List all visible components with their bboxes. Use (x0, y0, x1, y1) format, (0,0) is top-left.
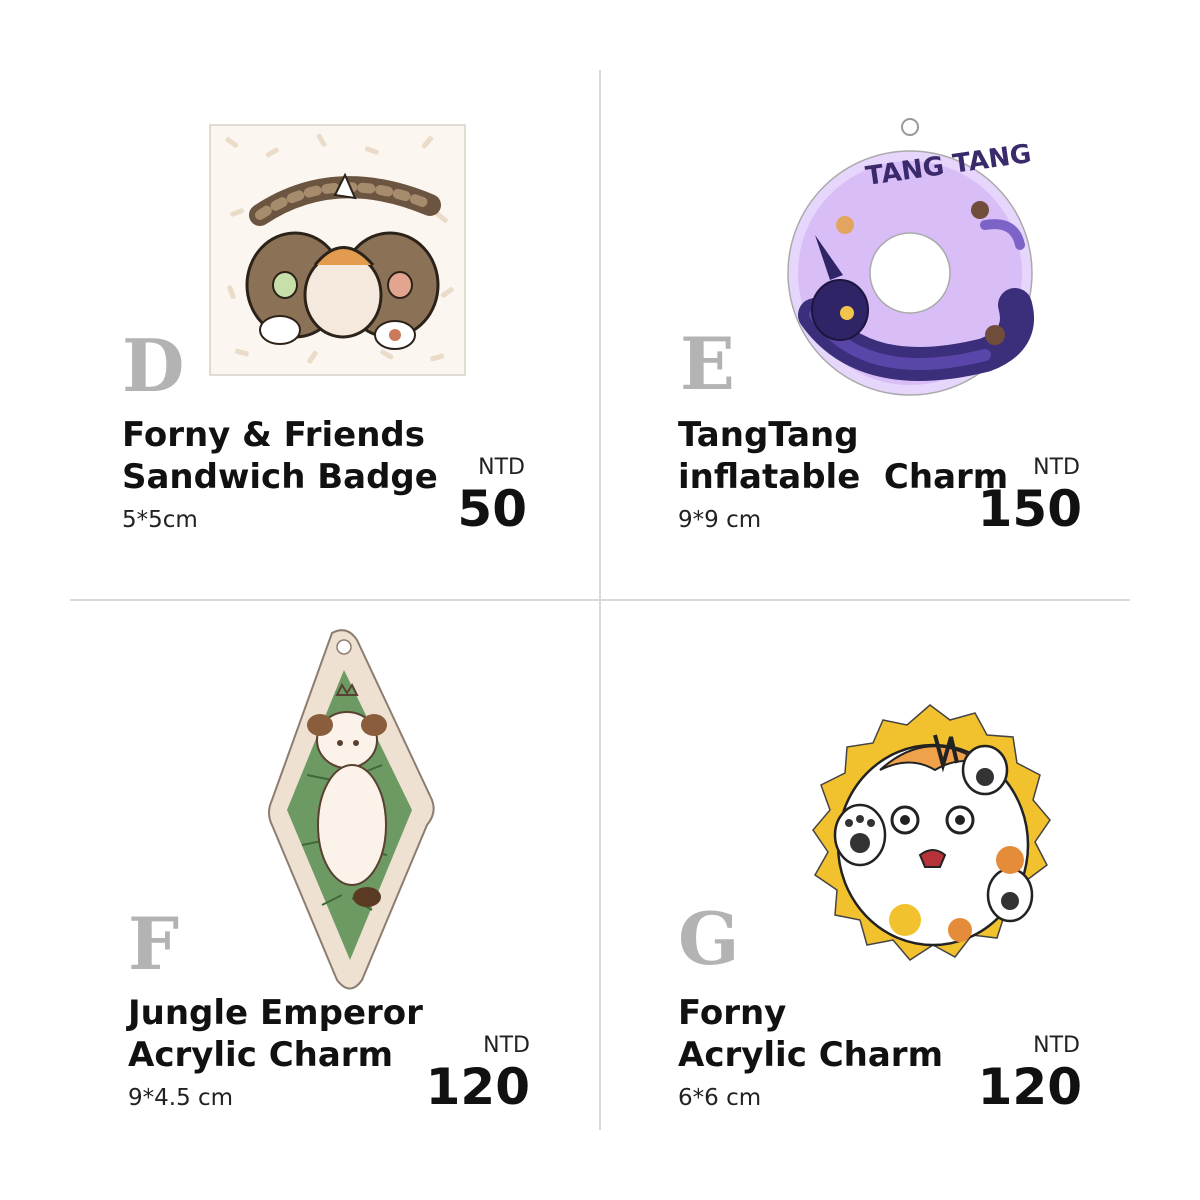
forny-charm-image (812, 704, 1051, 961)
product-size: 9*4.5 cm (128, 1085, 234, 1111)
product-price: 150 (977, 480, 1082, 538)
product-card-d[interactable]: D Forny & Friends Sandwich Badge 5*5cm N… (0, 0, 600, 600)
product-price: 50 (457, 480, 527, 538)
product-card-g[interactable]: G Forny Acrylic Charm 6*6 cm NTD 120 (600, 600, 1200, 1200)
product-letter: G (678, 896, 740, 981)
product-letter: F (128, 901, 180, 986)
currency-label: NTD (1033, 1033, 1080, 1058)
product-title-line1: Jungle Emperor (128, 993, 423, 1033)
product-price: 120 (425, 1058, 530, 1116)
product-size: 6*6 cm (678, 1085, 762, 1111)
currency-label: NTD (1033, 455, 1080, 480)
product-title-line1: Forny (678, 993, 787, 1033)
product-letter: D (122, 323, 185, 408)
product-title-line2: Acrylic Charm (678, 1035, 943, 1075)
product-card-e[interactable]: TANG TANG E TangTang inflatable Charm 9*… (600, 0, 1200, 600)
currency-label: NTD (478, 455, 525, 480)
tangtang-charm-image: TANG TANG (787, 118, 1034, 396)
product-title-line2: Acrylic Charm (128, 1035, 393, 1075)
product-size: 9*9 cm (678, 507, 762, 533)
product-card-f[interactable]: F Jungle Emperor Acrylic Charm 9*4.5 cm … (0, 600, 600, 1200)
product-title-line1: Forny & Friends (122, 415, 425, 455)
product-letter: E (680, 321, 735, 406)
jungle-emperor-charm-image (268, 629, 435, 990)
product-price: 120 (977, 1058, 1082, 1116)
product-size: 5*5cm (122, 507, 198, 533)
currency-label: NTD (483, 1033, 530, 1058)
product-title-line1: TangTang (678, 415, 859, 455)
sandwich-badge-image (209, 124, 466, 376)
